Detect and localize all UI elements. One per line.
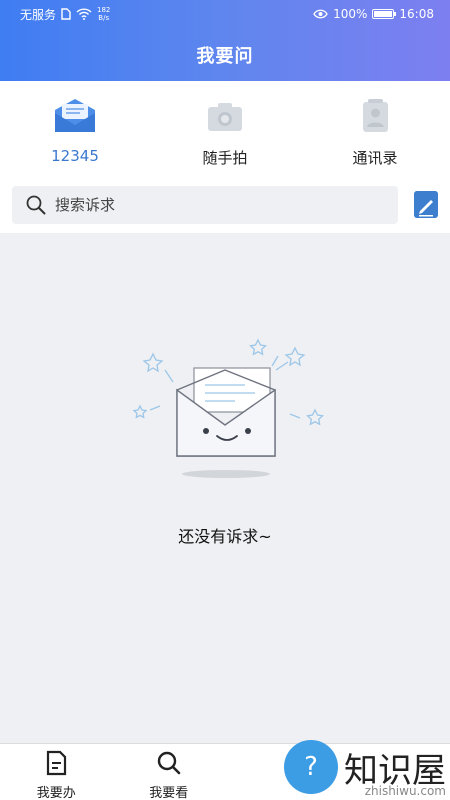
watermark: ? 知识屋 zhishiwu.com [284,740,446,798]
empty-envelope-icon [132,338,324,478]
eye-icon [313,9,328,19]
nav-label: 我要看 [149,786,189,800]
mail-icon [55,99,95,132]
search-row [0,176,450,233]
app-header: 无服务 182 B/s 100% 16:08 我要问 [0,0,450,81]
tab-label: 随手拍 [202,149,248,167]
nav-item-woyaokan[interactable]: 我要看 [119,750,219,800]
sim-icon [61,8,71,20]
wifi-icon [76,8,92,20]
watermark-badge-icon: ? [284,740,338,794]
clock-text: 16:08 [399,7,434,21]
tab-suishoupai[interactable]: 随手拍 [172,81,278,176]
status-right: 100% 16:08 [313,7,434,21]
status-bar: 无服务 182 B/s 100% 16:08 [0,0,450,28]
search-input[interactable] [55,195,355,214]
nav-label: 我要办 [36,786,76,800]
empty-message: 还没有诉求~ [178,527,272,546]
page-title: 我要问 [196,46,254,67]
contacts-icon [363,99,388,132]
empty-state: 还没有诉求~ [0,330,450,547]
document-icon [47,750,67,776]
network-speed: 182 B/s [97,6,111,22]
battery-text: 100% [333,7,368,21]
search-box[interactable] [12,185,398,224]
tab-contacts[interactable]: 通讯录 [322,81,428,176]
tab-label: 通讯录 [352,149,398,167]
search-icon [157,751,181,775]
status-left: 无服务 182 B/s [20,6,110,23]
watermark-url: zhishiwu.com [364,784,446,798]
tab-label: 12345 [51,147,99,165]
tab-12345[interactable]: 12345 [22,81,128,176]
camera-icon [208,103,242,131]
compose-icon[interactable] [414,191,438,218]
battery-icon [372,9,397,19]
category-tabs: 12345 随手拍 通讯录 [0,81,450,176]
carrier-text: 无服务 [20,7,57,22]
nav-item-woyaoban[interactable]: 我要办 [6,750,106,800]
search-icon [26,195,46,214]
